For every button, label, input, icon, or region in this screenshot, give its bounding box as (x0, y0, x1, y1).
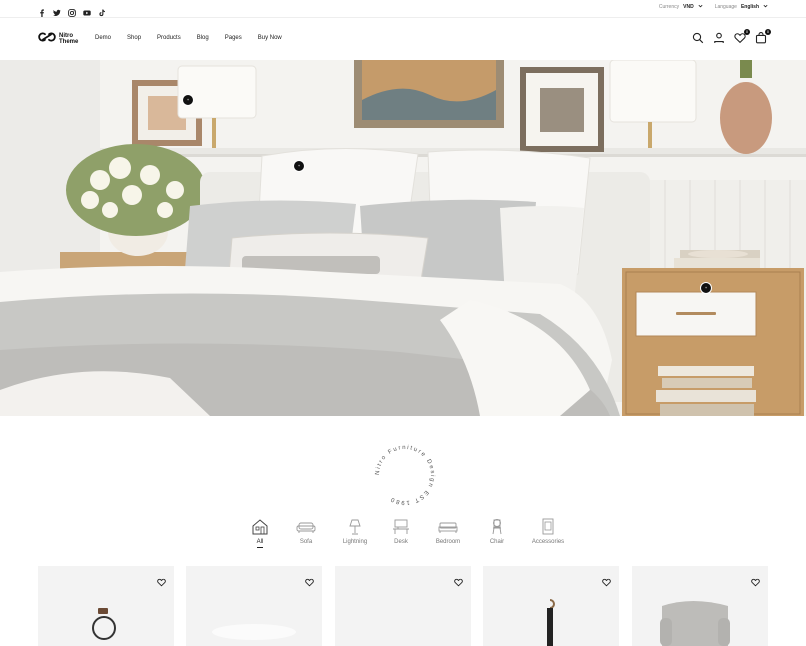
product-image-towel-ring (92, 608, 116, 640)
youtube-icon[interactable] (83, 4, 91, 16)
product-image-hook (547, 599, 555, 646)
tab-sofa[interactable]: Sofa (285, 518, 327, 548)
header-actions: 0 0 (692, 29, 771, 44)
product-image-table (212, 624, 296, 640)
svg-text:Nitro Furniture Design EST 198: Nitro Furniture Design EST 1980 (375, 445, 435, 505)
hero-banner: + + + (0, 60, 806, 416)
logo[interactable]: Nitro Theme (38, 30, 78, 48)
logo-mark-icon (38, 30, 56, 48)
house-icon (251, 518, 269, 536)
desk-icon (392, 518, 410, 536)
tab-all[interactable]: All (245, 518, 275, 548)
wishlist-icon[interactable]: 0 (734, 29, 750, 44)
search-icon[interactable] (692, 31, 704, 44)
wishlist-heart-icon[interactable] (454, 574, 463, 592)
hotspot-lamp[interactable]: + (182, 94, 194, 106)
top-bar-settings: Currency VND Language English (659, 4, 768, 10)
chevron-down-icon[interactable] (763, 4, 768, 10)
language-select[interactable]: English (741, 4, 759, 10)
sofa-icon (296, 518, 316, 536)
tiktok-icon[interactable] (98, 4, 106, 17)
bed-icon (438, 518, 458, 536)
product-card-3[interactable] (335, 566, 471, 646)
tab-label: Lightning (342, 539, 368, 545)
tab-lightning[interactable]: Lightning (333, 518, 377, 548)
tab-bedroom[interactable]: Bedroom (425, 518, 471, 548)
social-links (38, 4, 106, 17)
nav-products[interactable]: Products (157, 35, 181, 41)
tab-label: Desk (394, 539, 408, 545)
category-tabs: All Sofa Lightning Desk Bedroom Chair Ac… (245, 518, 573, 548)
hotspot-nightstand[interactable]: + (700, 282, 712, 294)
currency-label: Currency (658, 4, 680, 10)
tab-label: Sofa (299, 539, 313, 545)
product-image-armchair (660, 601, 730, 646)
nav-demo[interactable]: Demo (95, 35, 111, 41)
chevron-down-icon[interactable] (698, 4, 703, 10)
product-card-4[interactable] (483, 566, 619, 646)
product-card-2[interactable] (186, 566, 322, 646)
nav-shop[interactable]: Shop (127, 35, 141, 41)
instagram-icon[interactable] (68, 4, 76, 17)
main-header: Nitro Theme Demo Shop Products Blog Page… (0, 18, 806, 61)
chair-icon (489, 518, 505, 536)
cart-count-badge: 0 (765, 29, 771, 35)
top-bar: Currency VND Language English (0, 0, 806, 18)
tab-label: Chair (489, 539, 505, 545)
stamp-text: Nitro Furniture Design EST 1980 (375, 445, 434, 505)
tab-label: Accessories (531, 539, 565, 545)
frame-icon (540, 518, 556, 536)
wishlist-count-badge: 0 (744, 29, 750, 35)
tab-chair[interactable]: Chair (477, 518, 517, 548)
lamp-icon (347, 518, 363, 536)
language-label: Language (714, 4, 737, 10)
hero-bedroom-image (0, 60, 806, 416)
hotspot-pillow[interactable]: + (293, 160, 305, 172)
tab-label: Bedroom (435, 539, 461, 545)
cart-icon[interactable]: 0 (755, 29, 771, 44)
nav-blog[interactable]: Blog (197, 35, 209, 41)
nav-buy-now[interactable]: Buy Now (258, 35, 282, 41)
product-card-5[interactable] (632, 566, 768, 646)
facebook-icon[interactable] (38, 4, 46, 17)
brand-stamp: Nitro Furniture Design EST 1980 (363, 433, 447, 517)
logo-text-line2: Theme (59, 39, 79, 45)
tab-accessories[interactable]: Accessories (523, 518, 573, 548)
twitter-icon[interactable] (53, 4, 61, 16)
tab-label: All (256, 539, 264, 548)
tab-desk[interactable]: Desk (381, 518, 421, 548)
account-icon[interactable] (713, 31, 725, 43)
product-card-1[interactable] (38, 566, 174, 646)
main-nav: Demo Shop Products Blog Pages Buy Now (95, 35, 298, 41)
currency-select[interactable]: VND (683, 4, 694, 10)
nav-pages[interactable]: Pages (225, 35, 242, 41)
